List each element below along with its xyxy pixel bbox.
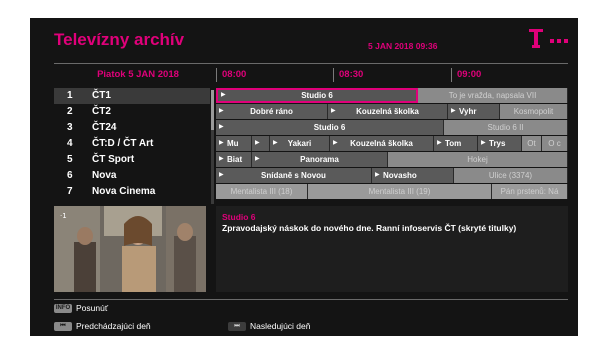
play-arrow-icon: ▶ [375, 172, 380, 178]
channel-number: 2 [67, 106, 73, 117]
time-label: 08:00 [222, 69, 247, 80]
epg-row: ▶ Studio 6 To je vražda, napsala VII [216, 88, 568, 103]
time-divider [333, 68, 334, 82]
play-arrow-icon: ▶ [437, 140, 442, 146]
page-title: Televízny archív [54, 30, 185, 49]
program-cell[interactable]: ▶ Trys [478, 136, 522, 151]
play-arrow-icon: ▶ [219, 156, 224, 162]
program-cell[interactable]: Ulice (3374) [454, 168, 568, 183]
program-cell[interactable]: Pán prstenů: Ná [492, 184, 568, 199]
scroll-hint: Posunúť [76, 303, 109, 313]
channel-item[interactable]: 6 Nova [54, 168, 210, 184]
program-cell[interactable]: ▶ Novasho [372, 168, 454, 183]
channel-number: 7 [67, 186, 73, 197]
time-label: 09:00 [457, 69, 482, 80]
epg-row: ▶ Studio 6 Studio 6 II [216, 120, 568, 135]
fast-forward-key-icon: ⏭ [228, 322, 246, 331]
play-arrow-icon: ▶ [255, 140, 260, 146]
program-cell[interactable]: Ot [522, 136, 542, 151]
program-cell[interactable]: ▶ Vyhr [448, 104, 500, 119]
play-arrow-icon: ▶ [451, 108, 456, 114]
channel-item[interactable]: 4 ČT:D / ČT Art [54, 136, 210, 152]
program-cell[interactable]: ▶ Kouzelná školka [330, 136, 434, 151]
time-divider [451, 68, 452, 82]
channel-item[interactable]: 3 ČT24 [54, 120, 210, 136]
channel-item[interactable]: 2 ČT2 [54, 104, 210, 120]
channel-number: 3 [67, 122, 73, 133]
program-cell[interactable]: ▶ Studio 6 [216, 88, 418, 103]
program-cell[interactable]: ▶ Biat [216, 152, 252, 167]
next-day-button[interactable]: Nasledujúci deň [250, 321, 310, 331]
channel-number: 6 [67, 170, 73, 181]
channel-name: ČT24 [92, 122, 117, 133]
program-cell[interactable]: ▶ Dobré ráno [216, 104, 328, 119]
epg-row: ▶ Mu ▶ ▶ Yakari ▶ Kouzelná školka ▶ Tom ▶ Try… [216, 136, 568, 151]
program-cell[interactable]: ▶ Kouzelná školka [328, 104, 448, 119]
info-key-icon: INFO [54, 304, 72, 313]
channel-number: 1 [67, 90, 73, 101]
program-cell[interactable]: ▶ [252, 136, 270, 151]
channel-scrollbar-thumb[interactable] [211, 90, 214, 130]
rewind-key-icon: ⏮ [54, 322, 72, 331]
tv-screen: Televízny archív 5 JAN 2018 09:36 Piatok… [30, 18, 578, 336]
play-arrow-icon: ▶ [219, 140, 224, 146]
channel-item[interactable]: 5 ČT Sport [54, 152, 210, 168]
program-cell[interactable]: ▶ Panorama [252, 152, 388, 167]
channel-name: ČT2 [92, 106, 111, 117]
epg-row: ▶ Dobré ráno ▶ Kouzelná školka ▶ Vyhr Kosmo… [216, 104, 568, 119]
program-cell[interactable]: O c [542, 136, 568, 151]
program-cell[interactable]: Mentalista III (18) [216, 184, 308, 199]
program-cell[interactable]: Studio 6 II [444, 120, 568, 135]
program-cell[interactable]: ▶ Tom [434, 136, 478, 151]
program-title: Studio 6 [222, 212, 256, 222]
program-description: Zpravodajský náskok do nového dne. Ranní… [222, 223, 517, 233]
epg-row: ▶ Snídaně s Novou ▶ Novasho Ulice (3374) [216, 168, 568, 183]
play-arrow-icon: ▶ [481, 140, 486, 146]
guide-date: Piatok 5 JAN 2018 [97, 69, 179, 80]
program-cell[interactable]: ▶ Snídaně s Novou [216, 168, 372, 183]
channel-name: ČT1 [92, 90, 111, 101]
program-cell[interactable]: Kosmopolit [500, 104, 568, 119]
svg-text:·1: ·1 [60, 212, 67, 220]
previous-day-button[interactable]: Predchádzajúci deň [76, 321, 151, 331]
time-label: 08:30 [339, 69, 364, 80]
channel-name: ČT Sport [92, 154, 135, 165]
current-datetime: 5 JAN 2018 09:36 [368, 41, 438, 51]
channel-number: 5 [67, 154, 73, 165]
program-cell[interactable]: To je vražda, napsala VII [418, 88, 568, 103]
channel-item[interactable]: 7 Nova Cinema [54, 184, 210, 200]
epg-row: Mentalista III (18) Mentalista III (19) … [216, 184, 568, 199]
program-cell[interactable]: ▶ Mu [216, 136, 252, 151]
channel-item[interactable]: 1 ČT1 [54, 88, 210, 104]
program-cell[interactable]: ▶ Studio 6 [216, 120, 444, 135]
program-cell[interactable]: Hokej [388, 152, 568, 167]
program-cell[interactable]: ▶ Yakari [270, 136, 330, 151]
channel-number: 4 [67, 138, 73, 149]
footer-divider [54, 299, 568, 300]
channel-name: Nova [92, 170, 117, 181]
program-cell[interactable]: Mentalista III (19) [308, 184, 492, 199]
program-info-panel: Studio 6 Zpravodajský náskok do nového d… [216, 206, 568, 292]
epg-row: ▶ Biat ▶ Panorama Hokej [216, 152, 568, 167]
channel-name: ČT:D / ČT Art [92, 138, 154, 149]
header-divider [54, 63, 568, 64]
telekom-t-logo-icon [526, 28, 570, 48]
channel-name: Nova Cinema [92, 186, 156, 197]
time-divider [216, 68, 217, 82]
program-preview-image: ·1 [54, 206, 206, 292]
